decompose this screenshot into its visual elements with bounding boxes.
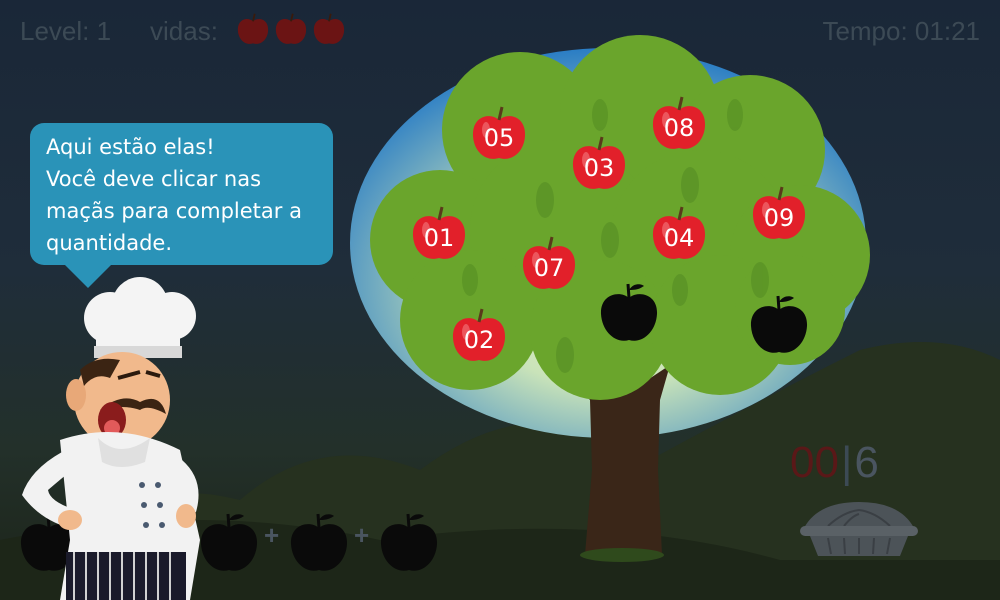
apple-number: 08 xyxy=(663,114,695,142)
apple-number: 07 xyxy=(533,254,565,282)
picked-apple-silhouette-icon xyxy=(600,283,658,341)
apple-number: 09 xyxy=(763,204,795,232)
tree-apple-01[interactable]: 01 xyxy=(408,204,470,266)
equation-apple-slot-icon xyxy=(380,513,438,571)
tree-apple-04[interactable]: 04 xyxy=(648,204,710,266)
picked-apple-silhouette-icon xyxy=(750,295,808,353)
game-screen: 05 03 08 01 07 04 09 02 Level: 1 vidas: … xyxy=(0,0,1000,600)
tree-apple-03[interactable]: 03 xyxy=(568,134,630,196)
apple-number: 04 xyxy=(663,224,695,252)
tree-apple-05[interactable]: 05 xyxy=(468,104,530,166)
tree-apple-02[interactable]: 02 xyxy=(448,306,510,368)
target-count: 6 xyxy=(854,438,879,487)
apple-number: 01 xyxy=(423,224,455,252)
life-apple-icon xyxy=(313,13,345,44)
equation-apple-slot-icon xyxy=(290,513,348,571)
chef-character xyxy=(22,277,200,600)
apple-number: 03 xyxy=(583,154,615,182)
current-count: 00 xyxy=(790,438,839,487)
apple-number: 02 xyxy=(463,326,495,354)
tree-apple-08[interactable]: 08 xyxy=(648,94,710,156)
apple-counter: 00|6 xyxy=(790,438,879,488)
apple-number: 05 xyxy=(483,124,515,152)
tree-apple-09[interactable]: 09 xyxy=(748,184,810,246)
timer-display: Tempo: 01:21 xyxy=(822,16,980,46)
pie-icon xyxy=(800,502,918,556)
counter-separator: | xyxy=(840,438,853,487)
plus-sign: + xyxy=(264,520,280,550)
life-apple-icon xyxy=(275,13,307,44)
plus-sign: + xyxy=(354,520,370,550)
tree-apple-07[interactable]: 07 xyxy=(518,234,580,296)
